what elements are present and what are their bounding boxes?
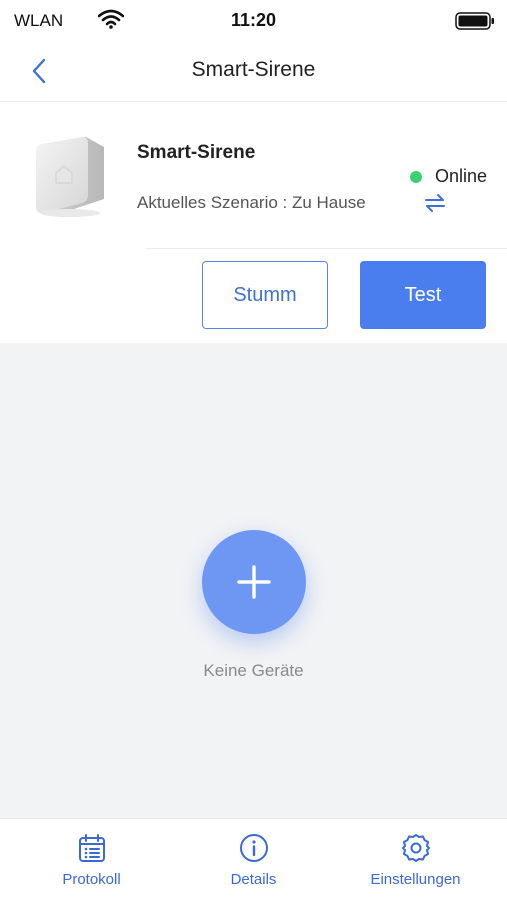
current-scenario: Aktuelles Szenario : Zu Hause [137,193,366,212]
tab-einstellungen[interactable]: Einstellungen [331,819,500,900]
status-text: Online [434,166,487,186]
page-title: Smart-Sirene [191,58,316,81]
info-icon [239,834,268,862]
tab-protokoll[interactable]: Protokoll [7,819,176,900]
tab-label: Einstellungen [370,871,461,888]
tab-bar: Protokoll Details Einstellungen [0,818,507,900]
status-dot [409,170,422,183]
device-list-empty: Keine Geräte [0,343,507,818]
online-status: Online [409,166,487,187]
test-button[interactable]: Test [360,261,486,329]
device-name: Smart-Sirene [137,142,256,163]
status-bar: WLAN 11:20 [0,0,507,44]
divider [145,248,507,249]
plus-icon [237,565,271,599]
tab-label: Details [230,871,277,888]
tab-details[interactable]: Details [169,819,338,900]
add-device-button[interactable] [202,530,306,634]
nav-bar: Smart-Sirene [0,44,507,102]
mute-button[interactable]: Stumm [202,261,328,329]
status-time: 11:20 [230,10,277,30]
calendar-list-icon [78,834,105,862]
empty-state-label: Keine Geräte [203,661,304,680]
swap-arrows-icon[interactable] [423,191,447,215]
device-card: Smart-Sirene Aktuelles Szenario : Zu Hau… [0,103,507,343]
siren-device-image [36,137,104,217]
gear-icon [401,834,430,862]
tab-label: Protokoll [62,871,121,888]
battery-icon [455,12,494,30]
